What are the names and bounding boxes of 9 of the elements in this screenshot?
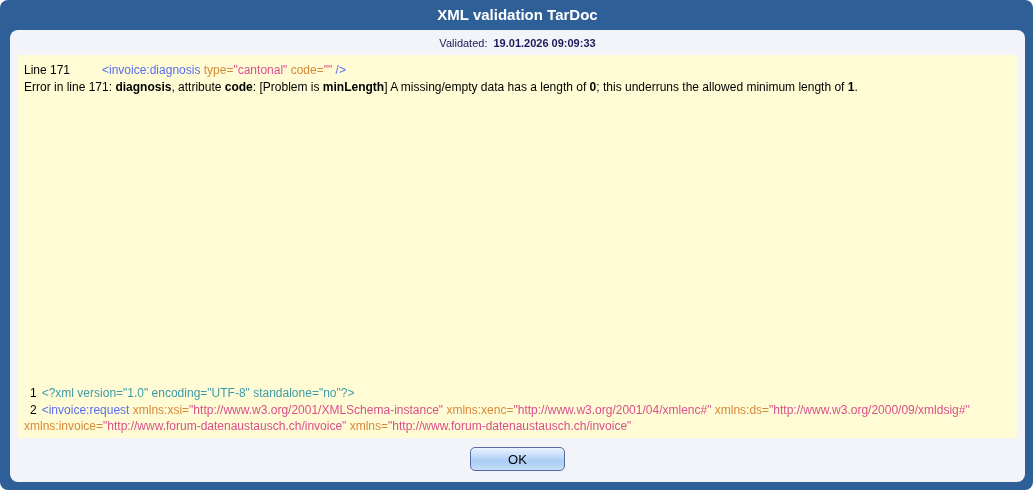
source-code-line: 1 <?xml version="1.0" encoding="UTF-8" standalone="no"?> xyxy=(29,385,356,402)
source-code-line: 2 <invoice:request xmlns:xsi="http://www.w3.org/2001/XMLSchema-instance" xmlns:xenc="http://www.w3.org/2001/04/xmlenc#" xmlns:ds="http://www.w3.org/2000/09/xmldsig#" xmlns:invoice="http://www.forum-datenaustausch.ch/invoice" xmlns="http://www.forum-datenaustausch.ch/invoice" xyxy=(24,401,971,434)
ok-button[interactable]: OK xyxy=(470,447,565,471)
window-title: XML validation TarDoc xyxy=(437,5,598,25)
error-snippet: <invoice:diagnosis type="cantonal" code="" /> xyxy=(102,63,346,77)
error-message: Error in line 171: diagnosis, attribute code: [Problem is minLength] A missing/empty data has a length of 0; this underruns the allowed minimum length of 1. xyxy=(24,80,859,94)
validated-label: Validated: xyxy=(439,37,488,49)
error-line-label: Line 171 xyxy=(24,63,72,77)
validated-timestamp: 19.01.2026 09:09:33 xyxy=(493,37,596,49)
